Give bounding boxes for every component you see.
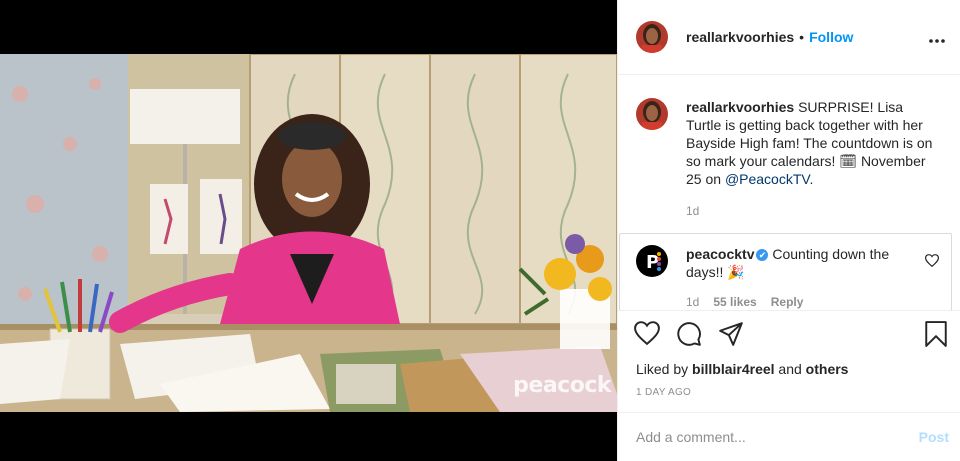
post-media[interactable]: peacock — [0, 0, 617, 461]
post-caption: reallarkvoorhies SURPRISE! Lisa Turtle i… — [636, 98, 956, 220]
separator-dot: • — [799, 29, 805, 45]
comment-input[interactable] — [636, 429, 919, 445]
caption-username[interactable]: reallarkvoorhies — [686, 99, 794, 115]
post-comment-button[interactable]: Post — [919, 429, 949, 445]
comment-timestamp[interactable]: 1d — [686, 293, 699, 310]
share-icon[interactable] — [718, 321, 744, 352]
liked-by-line: Liked by billblair4reel and others — [636, 361, 848, 377]
add-comment-bar: Post — [618, 412, 960, 461]
post-time-ago[interactable]: 1 DAY AGO — [636, 387, 691, 398]
bookmark-icon[interactable] — [924, 321, 948, 352]
post-image[interactable]: peacock — [0, 54, 617, 412]
heart-icon[interactable] — [634, 321, 660, 350]
liked-by-prefix: Liked by — [636, 361, 689, 377]
comments-list[interactable]: reallarkvoorhies SURPRISE! Lisa Turtle i… — [618, 76, 960, 310]
comment-reply-button[interactable]: Reply — [771, 293, 804, 310]
follow-button[interactable]: Follow — [809, 29, 853, 45]
peacock-watermark: peacock — [513, 373, 611, 398]
comment-icon[interactable] — [676, 321, 702, 352]
scene-illustration — [0, 54, 617, 412]
peacock-avatar[interactable]: P — [636, 245, 668, 277]
action-icons-row — [634, 321, 950, 351]
peacock-logo-icon: P — [646, 252, 661, 272]
comment-like-heart-icon[interactable] — [924, 254, 940, 272]
author-avatar[interactable] — [636, 21, 668, 53]
instagram-post-modal: peacock reallarkvoorhies • Follow realla… — [0, 0, 960, 461]
comment-body: peacocktv ✔ Counting down the days!! 🎉 1d… — [686, 245, 908, 310]
liked-by-user[interactable]: billblair4reel — [692, 361, 774, 377]
liked-by-and: and — [778, 361, 802, 377]
comment-meta: 1d 55 likes Reply — [686, 293, 908, 310]
post-actions: Liked by billblair4reel and others 1 DAY… — [618, 310, 960, 422]
caption-mention-link[interactable]: @PeacockTV — [725, 171, 810, 187]
caption-body: reallarkvoorhies SURPRISE! Lisa Turtle i… — [686, 98, 936, 220]
caption-author-avatar[interactable] — [636, 98, 668, 130]
author-username[interactable]: reallarkvoorhies — [686, 29, 794, 45]
comment-username[interactable]: peacocktv — [686, 246, 754, 262]
caption-tail: . — [809, 171, 814, 187]
post-header: reallarkvoorhies • Follow — [618, 0, 960, 75]
comment-likes[interactable]: 55 likes — [713, 293, 756, 310]
liked-by-others[interactable]: others — [806, 361, 849, 377]
caption-timestamp[interactable]: 1d — [686, 202, 936, 220]
verified-badge-icon: ✔ — [756, 249, 769, 261]
comment-item: P peacocktv ✔ Counting down the days!! 🎉 … — [619, 233, 952, 310]
post-side-panel: reallarkvoorhies • Follow reallarkvoorhi… — [617, 0, 960, 461]
more-options-icon[interactable] — [929, 32, 945, 43]
